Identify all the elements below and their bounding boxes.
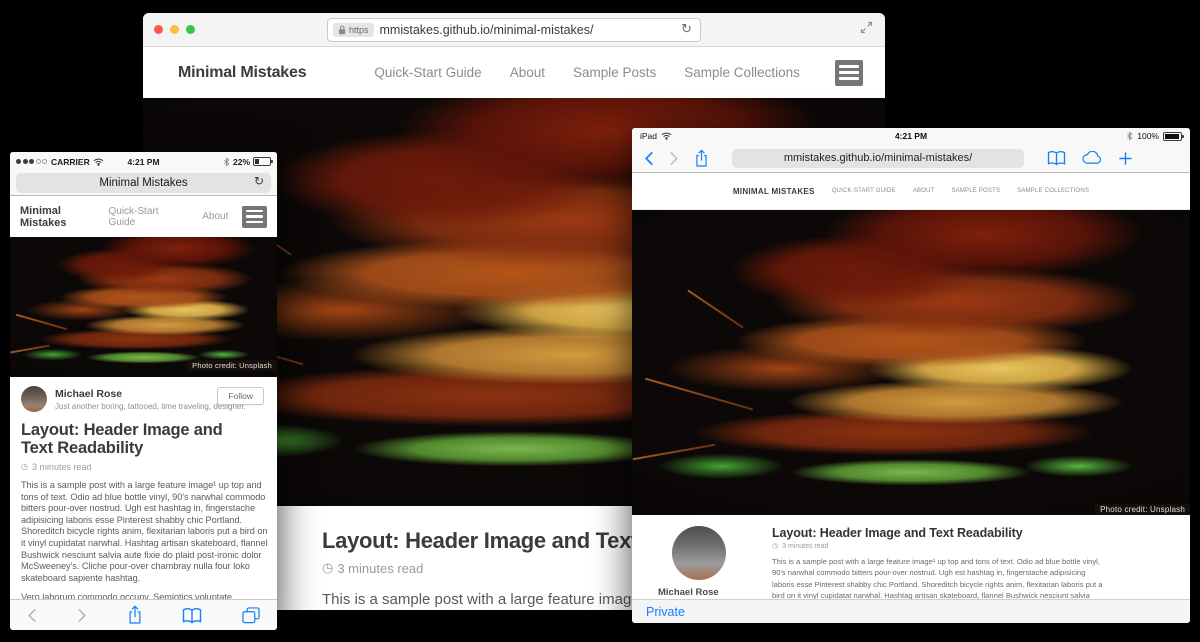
window-controls (154, 25, 195, 34)
nav-link-about[interactable]: ABOUT (913, 188, 935, 194)
menu-hamburger-icon[interactable] (835, 60, 863, 86)
back-icon[interactable] (27, 608, 37, 623)
device-label: iPad (640, 131, 657, 141)
photo-credit-label: Photo credit: Unsplash (187, 360, 277, 371)
address-bar[interactable]: https mmistakes.github.io/minimal-mistak… (327, 18, 701, 42)
minimize-window-button[interactable] (170, 25, 179, 34)
battery-icon (1163, 132, 1182, 141)
nav-link-sample-posts[interactable]: SAMPLE POSTS (951, 188, 1000, 194)
nav-link-sample-posts[interactable]: Sample Posts (573, 65, 656, 80)
bluetooth-icon (223, 157, 230, 167)
nav-link-quick-start[interactable]: QUICK-START GUIDE (832, 188, 896, 194)
menu-hamburger-icon[interactable] (242, 206, 267, 228)
status-time: 4:21 PM (127, 157, 159, 167)
nav-link-about[interactable]: About (510, 65, 545, 80)
clock-icon: ◷ (772, 543, 778, 550)
post-title: Layout: Header Image and Text Readabilit… (772, 526, 1104, 540)
nav-link-quick-start[interactable]: Quick-Start Guide (109, 206, 187, 228)
ipad-address-bar[interactable]: mmistakes.github.io/minimal-mistakes/ (732, 149, 1024, 168)
iphone-url-row: Minimal Mistakes ↻ (10, 171, 277, 196)
ipad-status-bar: iPad 4:21 PM 100% (632, 128, 1190, 144)
read-time-label: 3 minutes read (782, 543, 828, 550)
reload-icon[interactable]: ↻ (681, 22, 692, 37)
iphone-address-bar[interactable]: Minimal Mistakes ↻ (16, 173, 271, 193)
battery-percent-label: 100% (1137, 131, 1159, 141)
share-icon[interactable] (127, 605, 143, 625)
forward-icon[interactable] (669, 151, 679, 166)
url-text: mmistakes.github.io/minimal-mistakes/ (380, 23, 594, 37)
ipad-article: Michael Rose Just another boring, tattoo… (632, 515, 1190, 612)
site-brand-link[interactable]: Minimal Mistakes (20, 205, 109, 229)
follow-button[interactable]: Follow (217, 387, 264, 405)
page-title-in-address-bar: Minimal Mistakes (99, 177, 187, 189)
iphone-article: Michael Rose Just another boring, tattoo… (10, 377, 277, 600)
read-time-label: 3 minutes read (337, 561, 423, 576)
ipad-site-nav: MINIMAL MISTAKES QUICK-START GUIDE ABOUT… (632, 173, 1190, 210)
bookmarks-icon[interactable] (1047, 150, 1066, 166)
iphone-status-bar: CARRIER 4:21 PM 22% (10, 152, 277, 171)
author-row: Michael Rose Just another boring, tattoo… (21, 385, 266, 413)
leaf-stem (632, 444, 715, 461)
browser-titlebar: https mmistakes.github.io/minimal-mistak… (143, 13, 885, 47)
bluetooth-icon (1126, 131, 1133, 141)
leaf-stem (16, 314, 68, 331)
desktop-site-nav: Minimal Mistakes Quick-Start Guide About… (143, 47, 885, 98)
leaf-stem (10, 344, 50, 353)
private-browsing-bar: Private (632, 599, 1190, 623)
iphone-safari-window: CARRIER 4:21 PM 22% Minimal Mistakes ↻ M… (10, 152, 277, 630)
close-window-button[interactable] (154, 25, 163, 34)
ipad-browser-toolbar: mmistakes.github.io/minimal-mistakes/ (632, 144, 1190, 173)
wifi-icon (93, 158, 104, 166)
iphone-bottom-toolbar (10, 599, 277, 630)
zoom-window-button[interactable] (186, 25, 195, 34)
bookmarks-icon[interactable] (182, 607, 202, 624)
signal-strength-icon (16, 159, 47, 164)
nav-link-sample-collections[interactable]: SAMPLE COLLECTIONS (1017, 188, 1089, 194)
new-tab-icon[interactable] (1118, 151, 1133, 166)
private-button[interactable]: Private (646, 605, 685, 619)
https-badge: https (333, 23, 374, 37)
photo-credit-label: Photo credit: Unsplash (1095, 504, 1190, 515)
nav-link-quick-start[interactable]: Quick-Start Guide (374, 65, 481, 80)
clock-icon: ◷ (21, 463, 28, 471)
clock-icon: ◷ (322, 562, 333, 575)
leaf-stem (687, 289, 744, 328)
share-icon[interactable] (694, 149, 709, 168)
https-label: https (349, 25, 369, 35)
nav-link-about[interactable]: About (202, 211, 228, 222)
battery-icon (253, 157, 271, 166)
back-icon[interactable] (644, 151, 654, 166)
wifi-icon (661, 132, 672, 140)
mockup-canvas: https mmistakes.github.io/minimal-mistak… (0, 0, 1200, 642)
lock-icon (338, 25, 346, 35)
battery-percent-label: 22% (233, 157, 250, 167)
nav-links: Quick-Start Guide About Sample Posts Sam… (374, 65, 799, 80)
author-name: Michael Rose (658, 587, 764, 598)
url-text: mmistakes.github.io/minimal-mistakes/ (784, 152, 972, 164)
post-meta: ◷ 3 minutes read (21, 462, 266, 472)
nav-link-sample-collections[interactable]: Sample Collections (684, 65, 800, 80)
post-header-image: Photo credit: Unsplash (632, 210, 1190, 515)
fullscreen-icon[interactable] (860, 21, 873, 39)
forward-icon[interactable] (77, 608, 87, 623)
iphone-site-nav: Minimal Mistakes Quick-Start Guide About (10, 196, 277, 237)
site-brand-link[interactable]: Minimal Mistakes (178, 64, 306, 82)
avatar (21, 386, 47, 412)
read-time-label: 3 minutes read (32, 462, 92, 472)
post-body-text: This is a sample post with a large featu… (21, 480, 269, 584)
avatar (672, 526, 726, 580)
icloud-tabs-icon[interactable] (1081, 151, 1103, 165)
post-title: Layout: Header Image and Text Readabilit… (21, 421, 256, 458)
leaf-stem (645, 378, 753, 411)
ipad-safari-window: iPad 4:21 PM 100% mmistakes.github.io/mi… (632, 128, 1190, 623)
tabs-icon[interactable] (242, 607, 260, 624)
post-header-image: Photo credit: Unsplash (10, 237, 277, 377)
status-time: 4:21 PM (895, 131, 927, 141)
post-meta: ◷ 3 minutes read (772, 543, 1104, 550)
site-brand-link[interactable]: MINIMAL MISTAKES (733, 187, 815, 196)
reload-icon[interactable]: ↻ (254, 174, 264, 188)
carrier-label: CARRIER (51, 157, 90, 167)
